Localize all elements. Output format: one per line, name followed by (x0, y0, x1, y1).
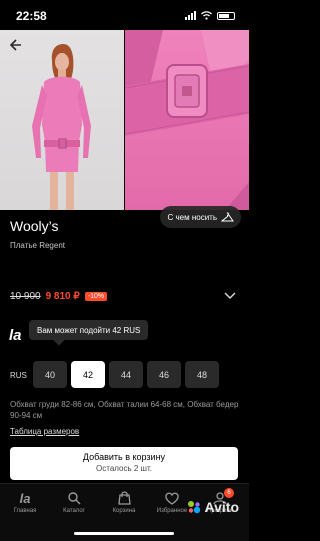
add-to-cart-button[interactable]: Добавить в корзину Осталось 2 шт. (10, 447, 238, 480)
outfit-suggestions-button[interactable]: С чем носить (160, 206, 241, 228)
product-name: Платье Regent (10, 241, 65, 250)
wifi-icon (201, 11, 212, 20)
heart-icon (165, 492, 179, 505)
hanger-icon (221, 211, 234, 221)
chevron-down-icon[interactable] (224, 292, 236, 300)
status-time: 22:58 (16, 9, 47, 23)
size-table-link[interactable]: Таблица размеров (10, 427, 79, 436)
product-brand[interactable]: Wooly’s (10, 218, 59, 234)
product-gallery[interactable]: С чем носить (0, 30, 249, 228)
lamoda-logo-icon: la (9, 327, 22, 344)
tab-home-label: Главная (13, 508, 37, 514)
tab-home[interactable]: la Главная (5, 490, 45, 515)
tab-cart-label: Корзина (112, 508, 136, 514)
old-price: 10 900 (10, 291, 41, 302)
status-icons (185, 11, 235, 20)
size-option-46[interactable]: 46 (147, 361, 181, 388)
signal-icon (185, 11, 196, 20)
tab-catalog[interactable]: Каталог (54, 490, 94, 514)
catalog-icon (68, 492, 81, 505)
add-to-cart-label: Добавить в корзину (82, 452, 166, 462)
size-system-label: RUS (10, 371, 27, 380)
arrow-left-icon (9, 39, 21, 51)
la-logo-icon: la (19, 490, 31, 506)
size-recommendation-tooltip: Вам может подойти 42 RUS (29, 320, 149, 340)
size-option-44[interactable]: 44 (109, 361, 143, 388)
tab-favorites-label: Избранное (156, 508, 188, 514)
size-option-48[interactable]: 48 (185, 361, 219, 388)
home-indicator (74, 532, 174, 535)
stock-remaining-label: Осталось 2 шт. (96, 464, 152, 473)
status-bar: 22:58 (0, 0, 249, 30)
battery-icon (217, 11, 235, 20)
product-photo-belt-detail[interactable] (125, 30, 249, 210)
avito-logo-icon (187, 501, 200, 514)
avito-watermark-text: Avito (204, 499, 239, 515)
size-measurements: Обхват груди 82-86 см, Обхват талии 64-6… (10, 400, 239, 420)
size-option-40[interactable]: 40 (33, 361, 67, 388)
price-row[interactable]: 10 900 9 810 ₽ -10% (10, 291, 108, 302)
profile-badge: 6 (224, 488, 234, 498)
discount-badge: -10% (84, 292, 108, 301)
tab-catalog-label: Каталог (63, 508, 85, 514)
avito-watermark: Avito (186, 499, 239, 515)
size-option-42[interactable]: 42 (71, 361, 105, 388)
tab-cart[interactable]: Корзина (104, 490, 144, 514)
back-button[interactable] (5, 35, 25, 55)
bag-icon (117, 491, 131, 505)
current-price: 9 810 ₽ (45, 291, 80, 302)
outfit-suggestions-label: С чем носить (167, 212, 217, 222)
product-photo-model[interactable] (0, 30, 124, 210)
